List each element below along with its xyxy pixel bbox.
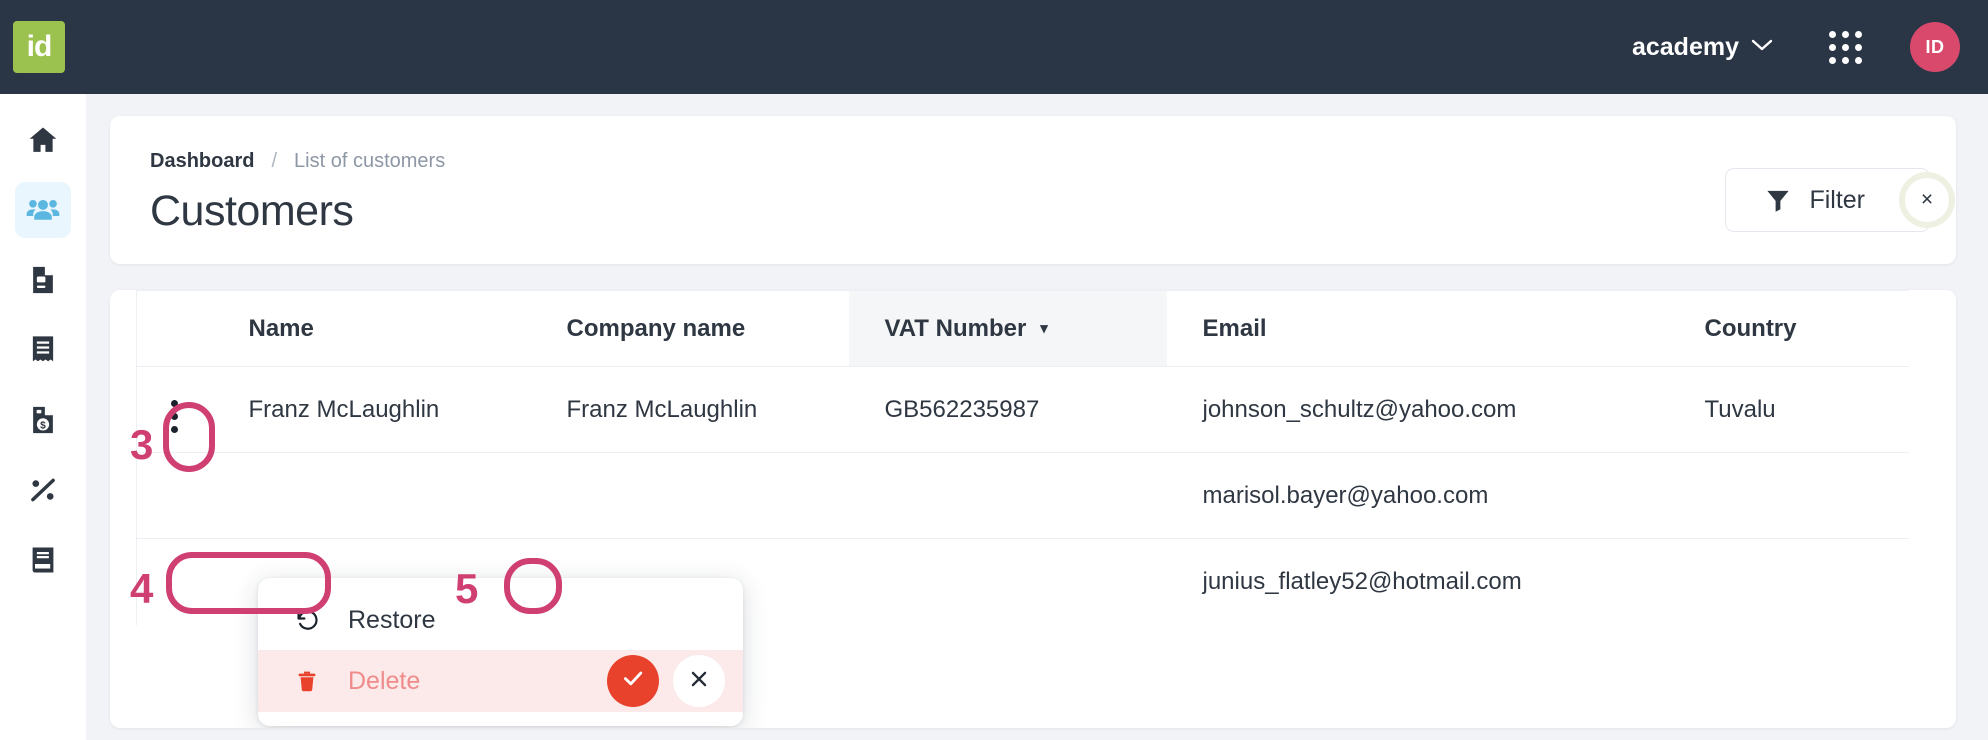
- restore-menu-item[interactable]: Restore: [258, 590, 743, 650]
- undo-arrow-icon: [292, 607, 322, 633]
- column-header-vat-label: VAT Number: [885, 315, 1027, 342]
- percent-icon: [27, 474, 59, 506]
- cell-vat: [849, 539, 1167, 625]
- top-bar-right-group: academy ID: [1632, 22, 1988, 72]
- customers-table-card: Name Company name VAT Number ▾ Email Coun…: [110, 290, 1956, 728]
- cell-email: marisol.bayer@yahoo.com: [1167, 453, 1669, 539]
- row-context-menu: Restore Delete: [258, 578, 743, 726]
- restore-menu-item-label: Restore: [348, 606, 436, 635]
- filter-button-label: Filter: [1809, 186, 1865, 215]
- breadcrumb-root[interactable]: Dashboard: [150, 150, 254, 173]
- trash-icon: [292, 668, 322, 694]
- grid-apps-icon[interactable]: [1829, 31, 1862, 64]
- column-header-name[interactable]: Name: [213, 291, 531, 367]
- row-kebab-menu-button[interactable]: [171, 400, 178, 433]
- main-content: Dashboard / List of customers Customers …: [86, 94, 1988, 740]
- page-header-card: Dashboard / List of customers Customers …: [110, 116, 1956, 264]
- delete-menu-item[interactable]: Delete: [258, 650, 743, 712]
- sidebar-item-quotes[interactable]: [15, 252, 71, 308]
- document-icon: [27, 264, 59, 296]
- top-bar: id academy ID: [0, 0, 1988, 94]
- sidebar-item-home[interactable]: [15, 112, 71, 168]
- breadcrumb: Dashboard / List of customers: [150, 150, 1956, 173]
- annotation-number-3: 3: [130, 424, 153, 466]
- cell-vat: [849, 453, 1167, 539]
- sidebar-item-ledger[interactable]: [15, 532, 71, 588]
- cell-company: Franz McLaughlin: [531, 367, 849, 453]
- confirm-delete-button[interactable]: [607, 655, 659, 707]
- delete-menu-item-label: Delete: [348, 667, 420, 696]
- invoice-dollar-icon: $: [27, 404, 59, 436]
- cell-vat: GB562235987: [849, 367, 1167, 453]
- home-icon: [26, 123, 60, 157]
- close-icon: ×: [1905, 178, 1949, 222]
- app-logo[interactable]: id: [13, 21, 65, 73]
- book-icon: [27, 544, 59, 576]
- sidebar-item-customers[interactable]: [15, 182, 71, 238]
- column-header-company[interactable]: Company name: [531, 291, 849, 367]
- avatar[interactable]: ID: [1910, 22, 1960, 72]
- sidebar-item-receipts[interactable]: [15, 322, 71, 378]
- sidebar: $: [0, 94, 86, 740]
- page-title: Customers: [150, 187, 1956, 236]
- breadcrumb-separator: /: [271, 150, 277, 173]
- cell-country: [1669, 453, 1909, 539]
- customers-table: Name Company name VAT Number ▾ Email Coun…: [136, 290, 1909, 625]
- table-row[interactable]: Franz McLaughlin Franz McLaughlin GB5622…: [137, 367, 1909, 453]
- breadcrumb-current: List of customers: [294, 150, 445, 173]
- close-icon: [688, 666, 710, 697]
- cell-email: johnson_schultz@yahoo.com: [1167, 367, 1669, 453]
- tenant-switcher[interactable]: academy: [1632, 33, 1773, 62]
- column-header-actions: [137, 291, 213, 367]
- column-header-email[interactable]: Email: [1167, 291, 1669, 367]
- cell-name: Franz McLaughlin: [213, 367, 531, 453]
- cell-name: [213, 453, 531, 539]
- check-icon: [620, 665, 646, 698]
- cell-country: Tuvalu: [1669, 367, 1909, 453]
- cancel-delete-button[interactable]: [673, 655, 725, 707]
- annotation-number-4: 4: [130, 568, 153, 610]
- funnel-icon: [1764, 187, 1792, 213]
- chevron-down-icon: [1751, 36, 1773, 58]
- table-row[interactable]: marisol.bayer@yahoo.com: [137, 453, 1909, 539]
- column-header-vat[interactable]: VAT Number ▾: [849, 291, 1167, 367]
- sort-descending-icon: ▾: [1040, 320, 1048, 337]
- column-header-country[interactable]: Country: [1669, 291, 1909, 367]
- cell-country: [1669, 539, 1909, 625]
- cell-email: junius_flatley52@hotmail.com: [1167, 539, 1669, 625]
- clear-filter-button[interactable]: ×: [1899, 172, 1955, 228]
- sidebar-item-taxes[interactable]: [15, 462, 71, 518]
- people-icon: [26, 193, 60, 227]
- sidebar-item-invoices[interactable]: $: [15, 392, 71, 448]
- tenant-name: academy: [1632, 33, 1739, 62]
- delete-confirmation-controls: [607, 655, 725, 707]
- receipt-icon: [27, 334, 59, 366]
- table-header: Name Company name VAT Number ▾ Email Coun…: [137, 291, 1909, 367]
- table-header-row: Name Company name VAT Number ▾ Email Coun…: [137, 291, 1909, 367]
- cell-company: [531, 453, 849, 539]
- annotation-number-5: 5: [455, 568, 478, 610]
- filter-button[interactable]: Filter ×: [1725, 168, 1930, 232]
- svg-text:$: $: [40, 420, 46, 431]
